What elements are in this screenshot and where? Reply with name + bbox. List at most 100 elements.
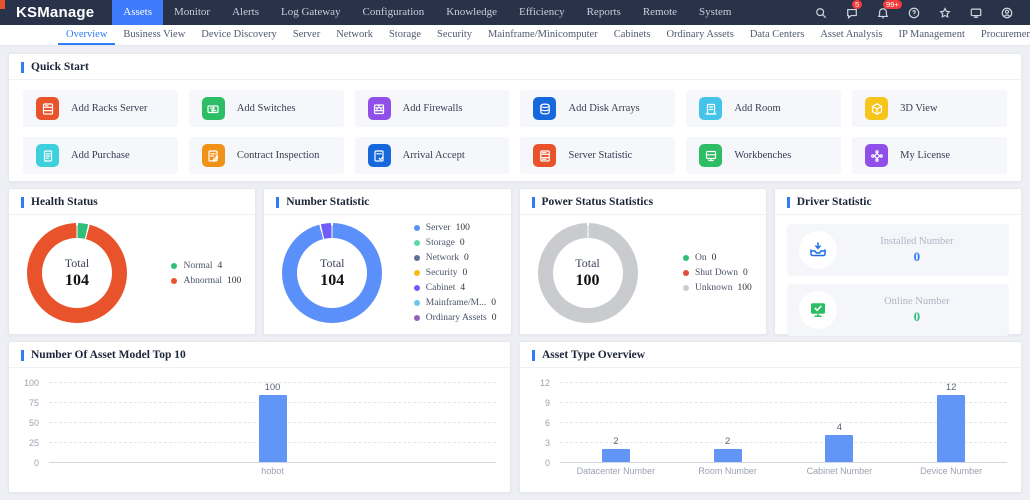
health-status-title: Health Status bbox=[31, 196, 98, 208]
bar-slot: 100 bbox=[49, 382, 496, 462]
legend-item-on[interactable]: On0 bbox=[683, 253, 752, 263]
topnav-item-system[interactable]: System bbox=[688, 0, 742, 25]
disk-array-icon bbox=[533, 97, 556, 120]
subnav-item-server[interactable]: Server bbox=[285, 25, 328, 45]
donut-center-value: 100 bbox=[576, 272, 600, 290]
quick-start-card-add-room[interactable]: Add Room bbox=[686, 90, 841, 127]
installed-icon bbox=[799, 231, 837, 269]
bar[interactable] bbox=[825, 435, 853, 462]
legend-item-ordinary-assets[interactable]: Ordinary Assets0 bbox=[414, 313, 497, 323]
subnav-item-business-view[interactable]: Business View bbox=[115, 25, 193, 45]
asset-type-overview-title: Asset Type Overview bbox=[542, 349, 645, 361]
topnav-item-assets[interactable]: Assets bbox=[112, 0, 163, 25]
title-accent-bar bbox=[276, 197, 279, 208]
quick-start-card-label: Add Firewalls bbox=[403, 103, 463, 114]
bar-value-label: 2 bbox=[613, 436, 618, 447]
legend-item-abnormal[interactable]: Abnormal100 bbox=[171, 276, 241, 286]
donut-center-value: 104 bbox=[65, 272, 89, 290]
quick-start-card-my-license[interactable]: My License bbox=[852, 137, 1007, 174]
legend-item-shut-down[interactable]: Shut Down0 bbox=[683, 268, 752, 278]
number-donut-chart: Total104Server100Storage0Network0Securit… bbox=[264, 215, 510, 331]
topnav-item-alerts[interactable]: Alerts bbox=[221, 0, 270, 25]
favorite-star-icon[interactable] bbox=[938, 6, 952, 20]
subnav-item-asset-analysis[interactable]: Asset Analysis bbox=[812, 25, 890, 45]
legend-item-storage[interactable]: Storage0 bbox=[414, 238, 497, 248]
driver-statistic-panel: Driver Statistic Installed Number0Online… bbox=[774, 188, 1022, 335]
subnav-item-procurement-and-acceptance[interactable]: Procurement And Acceptance bbox=[973, 25, 1030, 45]
search-icon[interactable] bbox=[814, 6, 828, 20]
driver-row-installed-number: Installed Number0 bbox=[787, 224, 1009, 276]
bar-chart-categories: hobot bbox=[49, 466, 496, 476]
subnav-item-data-centers[interactable]: Data Centers bbox=[742, 25, 813, 45]
title-accent-bar bbox=[21, 197, 24, 208]
bar[interactable] bbox=[602, 449, 630, 462]
asset-model-top10-panel: Number Of Asset Model Top 10 02550751001… bbox=[8, 341, 511, 493]
topnav-item-monitor[interactable]: Monitor bbox=[163, 0, 221, 25]
driver-row-online-number: Online Number0 bbox=[787, 284, 1009, 336]
subnav-item-overview[interactable]: Overview bbox=[58, 25, 115, 45]
help-icon[interactable] bbox=[907, 6, 921, 20]
secondary-nav: OverviewBusiness ViewDevice DiscoverySer… bbox=[0, 25, 1030, 46]
legend-item-network[interactable]: Network0 bbox=[414, 253, 497, 263]
alert-bell-icon[interactable]: 99+ bbox=[876, 6, 890, 20]
subnav-item-cabinets[interactable]: Cabinets bbox=[606, 25, 659, 45]
firewall-icon bbox=[368, 97, 391, 120]
arrival-accept-icon bbox=[368, 144, 391, 167]
quick-start-card-label: Add Racks Server bbox=[71, 103, 147, 114]
subnav-item-device-discovery[interactable]: Device Discovery bbox=[193, 25, 285, 45]
legend-item-mainframe-m-[interactable]: Mainframe/M...0 bbox=[414, 298, 497, 308]
bar[interactable] bbox=[259, 395, 287, 462]
bar-value-label: 100 bbox=[265, 382, 281, 393]
quick-start-card-3d-view[interactable]: 3D View bbox=[852, 90, 1007, 127]
bar[interactable] bbox=[937, 395, 965, 462]
quick-start-card-add-firewalls[interactable]: Add Firewalls bbox=[355, 90, 510, 127]
quick-start-card-arrival-accept[interactable]: Arrival Accept bbox=[355, 137, 510, 174]
quick-start-card-server-statistic[interactable]: Server Statistic bbox=[520, 137, 675, 174]
rack-server-icon bbox=[36, 97, 59, 120]
app-logo[interactable]: KSManage bbox=[0, 0, 112, 25]
topnav-item-knowledge[interactable]: Knowledge bbox=[435, 0, 508, 25]
subnav-item-security[interactable]: Security bbox=[429, 25, 480, 45]
topnav-item-remote[interactable]: Remote bbox=[632, 0, 688, 25]
cube-3d-icon bbox=[865, 97, 888, 120]
topnav-item-reports[interactable]: Reports bbox=[576, 0, 632, 25]
topnav-item-efficiency[interactable]: Efficiency bbox=[508, 0, 576, 25]
display-icon[interactable] bbox=[969, 6, 983, 20]
subnav-item-mainframe-minicomputer[interactable]: Mainframe/Minicomputer bbox=[480, 25, 606, 45]
category-label-device-number: Device Number bbox=[895, 466, 1007, 476]
quick-start-card-label: Add Room bbox=[734, 103, 780, 114]
quick-start-card-add-racks-server[interactable]: Add Racks Server bbox=[23, 90, 178, 127]
top-menu: AssetsMonitorAlertsLog GatewayConfigurat… bbox=[112, 0, 742, 25]
charts-row: Number Of Asset Model Top 10 02550751001… bbox=[8, 341, 1022, 493]
topnav-item-log-gateway[interactable]: Log Gateway bbox=[270, 0, 352, 25]
legend-item-server[interactable]: Server100 bbox=[414, 223, 497, 233]
bar-value-label: 12 bbox=[946, 382, 957, 393]
subnav-item-ip-management[interactable]: IP Management bbox=[890, 25, 972, 45]
quick-start-card-workbenches[interactable]: Workbenches bbox=[686, 137, 841, 174]
quick-start-card-add-switches[interactable]: Add Switches bbox=[189, 90, 344, 127]
user-icon[interactable] bbox=[1000, 6, 1014, 20]
top-right-icons: 5 99+ bbox=[814, 0, 1030, 25]
message-icon[interactable]: 5 bbox=[845, 6, 859, 20]
quick-start-grid: Add Racks Server Add Switches Add Firewall… bbox=[9, 80, 1021, 184]
legend-item-unknown[interactable]: Unknown100 bbox=[683, 283, 752, 293]
asset-model-top10-title: Number Of Asset Model Top 10 bbox=[31, 349, 186, 361]
quick-start-card-contract-inspection[interactable]: Contract Inspection bbox=[189, 137, 344, 174]
legend-item-security[interactable]: Security0 bbox=[414, 268, 497, 278]
subnav-item-storage[interactable]: Storage bbox=[381, 25, 429, 45]
quick-start-card-add-purchase[interactable]: Add Purchase bbox=[23, 137, 178, 174]
quick-start-card-label: Server Statistic bbox=[568, 150, 632, 161]
topnav-item-configuration[interactable]: Configuration bbox=[352, 0, 436, 25]
legend-item-cabinet[interactable]: Cabinet4 bbox=[414, 283, 497, 293]
quick-start-card-add-disk-arrays[interactable]: Add Disk Arrays bbox=[520, 90, 675, 127]
bar-slot: 2 bbox=[672, 382, 784, 462]
quick-start-card-label: 3D View bbox=[900, 103, 937, 114]
dashboard-content: Quick Start Add Racks ServerAdd Switches… bbox=[0, 46, 1030, 500]
driver-row-label: Installed Number bbox=[880, 236, 953, 247]
subnav-item-ordinary-assets[interactable]: Ordinary Assets bbox=[658, 25, 741, 45]
subnav-item-network[interactable]: Network bbox=[328, 25, 381, 45]
stats-row: Health Status Total104Normal4Abnormal100… bbox=[8, 188, 1022, 335]
bar-slot: 4 bbox=[784, 382, 896, 462]
legend-item-normal[interactable]: Normal4 bbox=[171, 261, 241, 271]
bar[interactable] bbox=[714, 449, 742, 462]
